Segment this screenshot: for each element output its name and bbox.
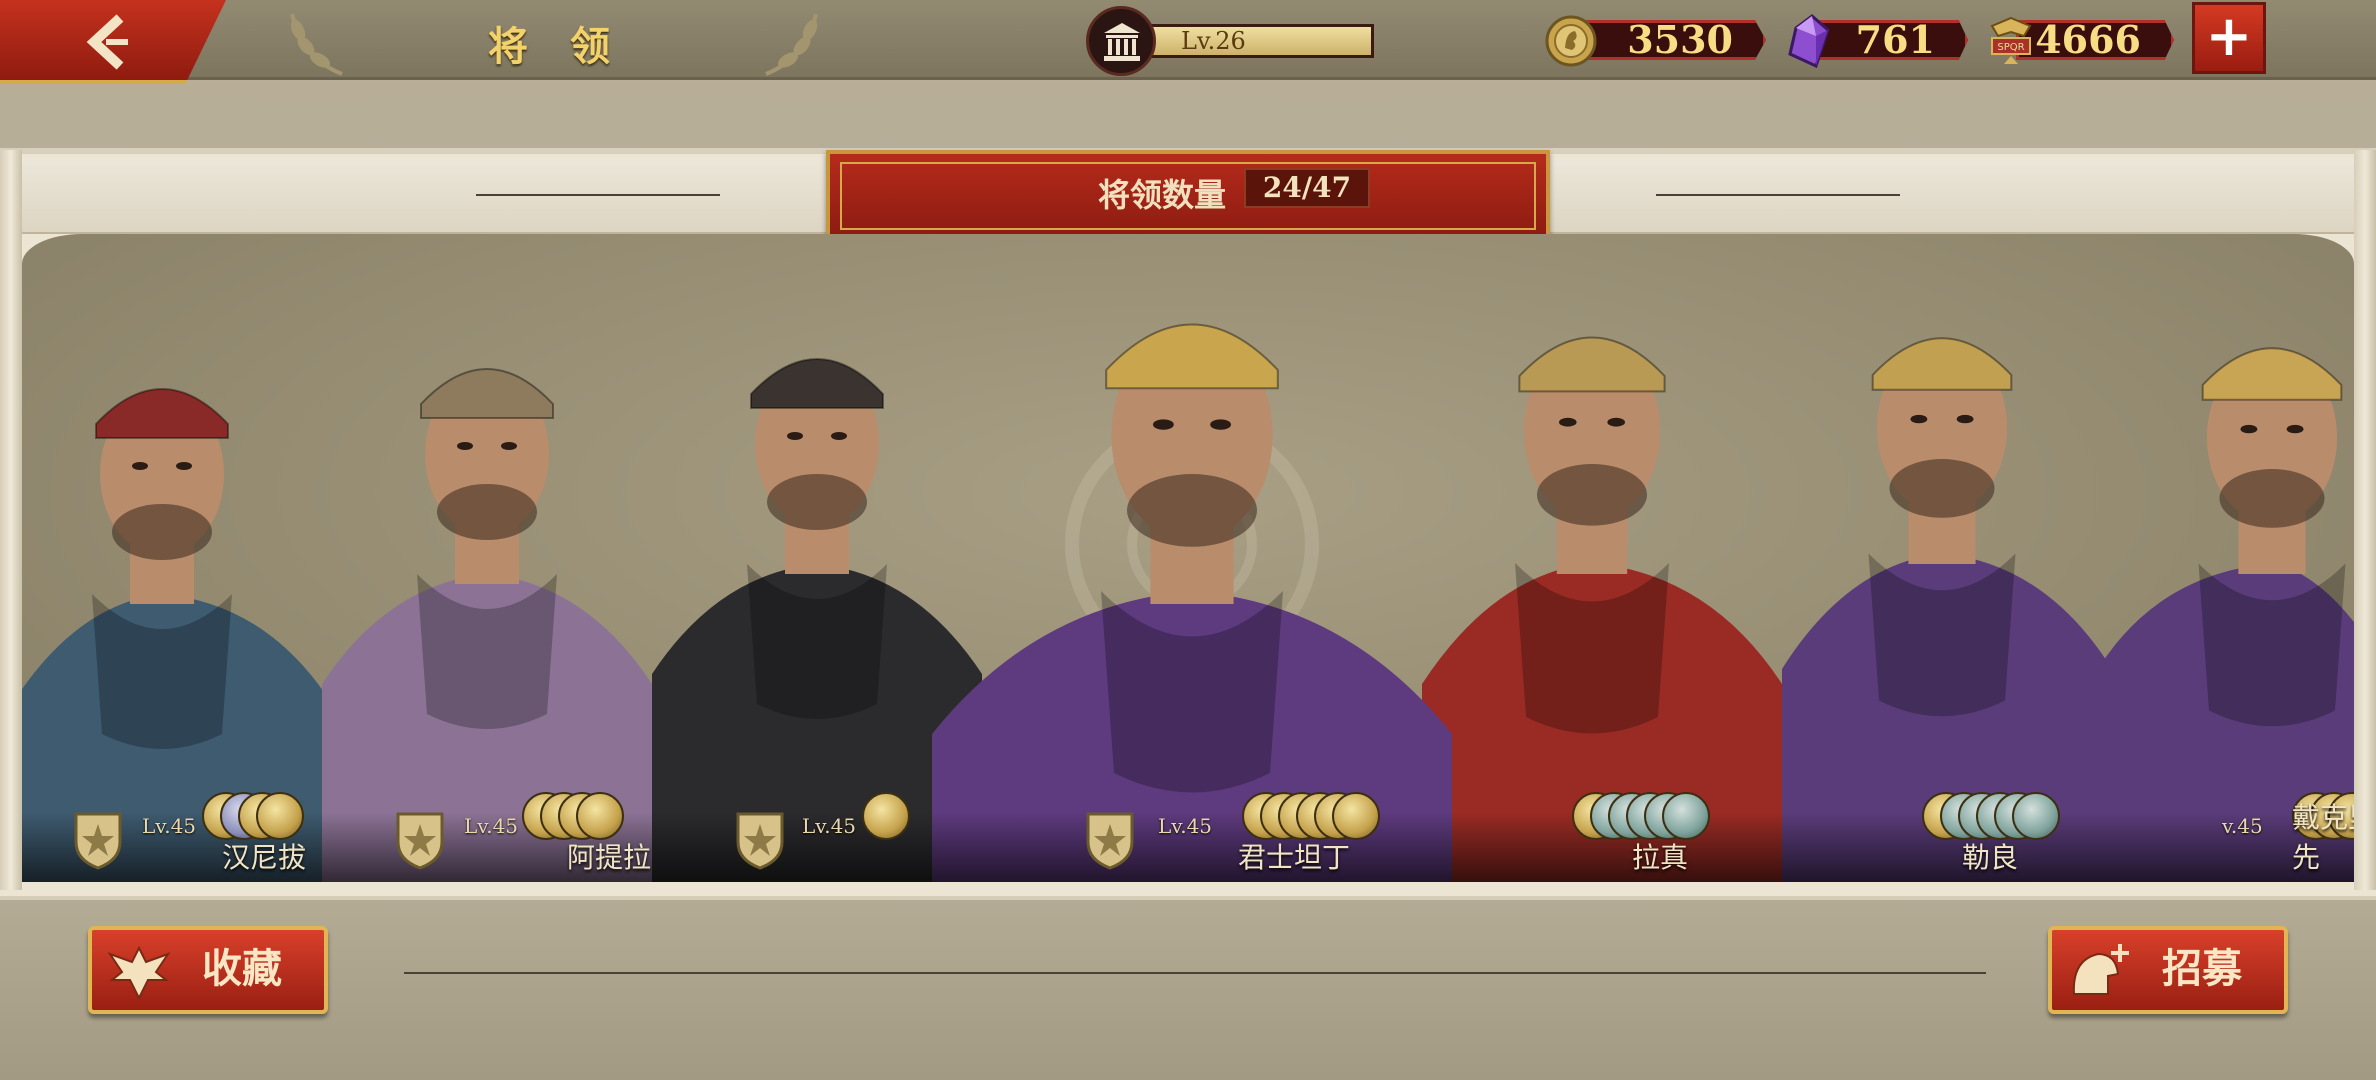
temple-icon [1086, 6, 1156, 76]
general-portrait [2092, 347, 2354, 882]
spqr-resource[interactable]: 4666 SPQR [1984, 14, 2174, 66]
purple-gem-icon [1788, 14, 1830, 68]
gold-value: 3530 [1580, 20, 1766, 60]
skill-coin-icon [256, 792, 304, 840]
eagle-icon [107, 945, 171, 1001]
gem-resource[interactable]: 761 [1782, 14, 1968, 68]
rank-star-icon [396, 812, 444, 870]
laurel-right-icon [765, 13, 818, 76]
top-bar: 将 领 Lv.26 3530 761 4666 SPQR + [0, 0, 2376, 84]
collection-button[interactable]: 收藏 [88, 926, 328, 1014]
general-level: Lv.45 [802, 814, 857, 838]
general-name: 汉尼拔 [222, 841, 307, 874]
skill-coin-icon [1332, 792, 1380, 840]
general-portrait [22, 388, 332, 882]
rank-star-icon [1086, 812, 1134, 870]
recruit-label: 招募 [2162, 945, 2242, 992]
general-level: Lv.45 [1158, 814, 1213, 838]
general-portrait [932, 323, 1452, 882]
general-level: v.45 [2222, 814, 2263, 838]
page-title: 将 领 [488, 23, 624, 70]
skill-coin-icon [2012, 792, 2060, 840]
general-name: 阿提拉 [567, 841, 652, 874]
general-card[interactable]: 勒良 [1782, 234, 2112, 882]
back-button[interactable] [0, 0, 226, 84]
player-level[interactable]: Lv.26 [1086, 6, 1374, 76]
skill-coin-icon [1662, 792, 1710, 840]
laurel-left-icon [290, 13, 343, 76]
general-count-value: 24/47 [1244, 168, 1370, 208]
general-card[interactable]: Lv.45 阿提拉 [322, 234, 652, 882]
plus-icon: + [2205, 3, 2253, 69]
general-count-banner: 将领数量 24/47 [826, 150, 1550, 242]
general-portrait [1422, 336, 1782, 882]
header-divider-left [476, 194, 720, 196]
skill-coin-icon [862, 792, 910, 840]
spqr-eagle-icon: SPQR [1990, 16, 2032, 64]
general-level: Lv.45 [464, 814, 519, 838]
rank-star-icon [74, 812, 122, 870]
general-card[interactable]: v.45 戴克里先 [2092, 234, 2354, 882]
collection-label: 收藏 [202, 945, 282, 992]
helmet-plus-icon [2072, 944, 2129, 995]
general-card[interactable]: 拉真 [1422, 234, 1782, 882]
bottom-bar [0, 896, 2376, 1080]
svg-text:SPQR: SPQR [1997, 42, 2024, 53]
level-label: Lv.26 [1148, 24, 1374, 58]
general-level: Lv.45 [142, 814, 197, 838]
bottom-divider [404, 972, 1986, 974]
general-card[interactable]: Lv.45 汉尼拔 [22, 234, 332, 882]
general-portrait [322, 368, 652, 882]
general-name: 拉真 [1632, 841, 1689, 874]
rank-star-icon [736, 812, 784, 870]
add-resource-button[interactable]: + [2192, 2, 2266, 74]
column-left [0, 150, 22, 890]
general-name: 戴克里先 [2292, 801, 2354, 874]
skill-coin-icon [576, 792, 624, 840]
back-arrow-icon [86, 14, 128, 70]
general-name: 君士坦丁 [1238, 841, 1351, 874]
recruit-button[interactable]: 招募 [2048, 926, 2288, 1014]
gold-coin-icon [1545, 15, 1597, 67]
column-right [2354, 150, 2376, 890]
gold-resource[interactable]: 3530 [1544, 14, 1766, 67]
spqr-value: 4666 [2016, 20, 2174, 60]
general-card[interactable]: Lv.45 君士坦丁 [932, 234, 1452, 882]
general-name: 勒良 [1962, 841, 2019, 874]
generals-carousel[interactable]: Lv.45 汉尼拔 Lv.45 阿提拉 Lv.45 Lv.45 君士坦丁 拉真 勒良 v.45 戴克… [22, 234, 2354, 882]
header-divider-right [1656, 194, 1900, 196]
general-portrait [1782, 337, 2112, 882]
general-count-label: 将领数量 [1098, 176, 1227, 214]
